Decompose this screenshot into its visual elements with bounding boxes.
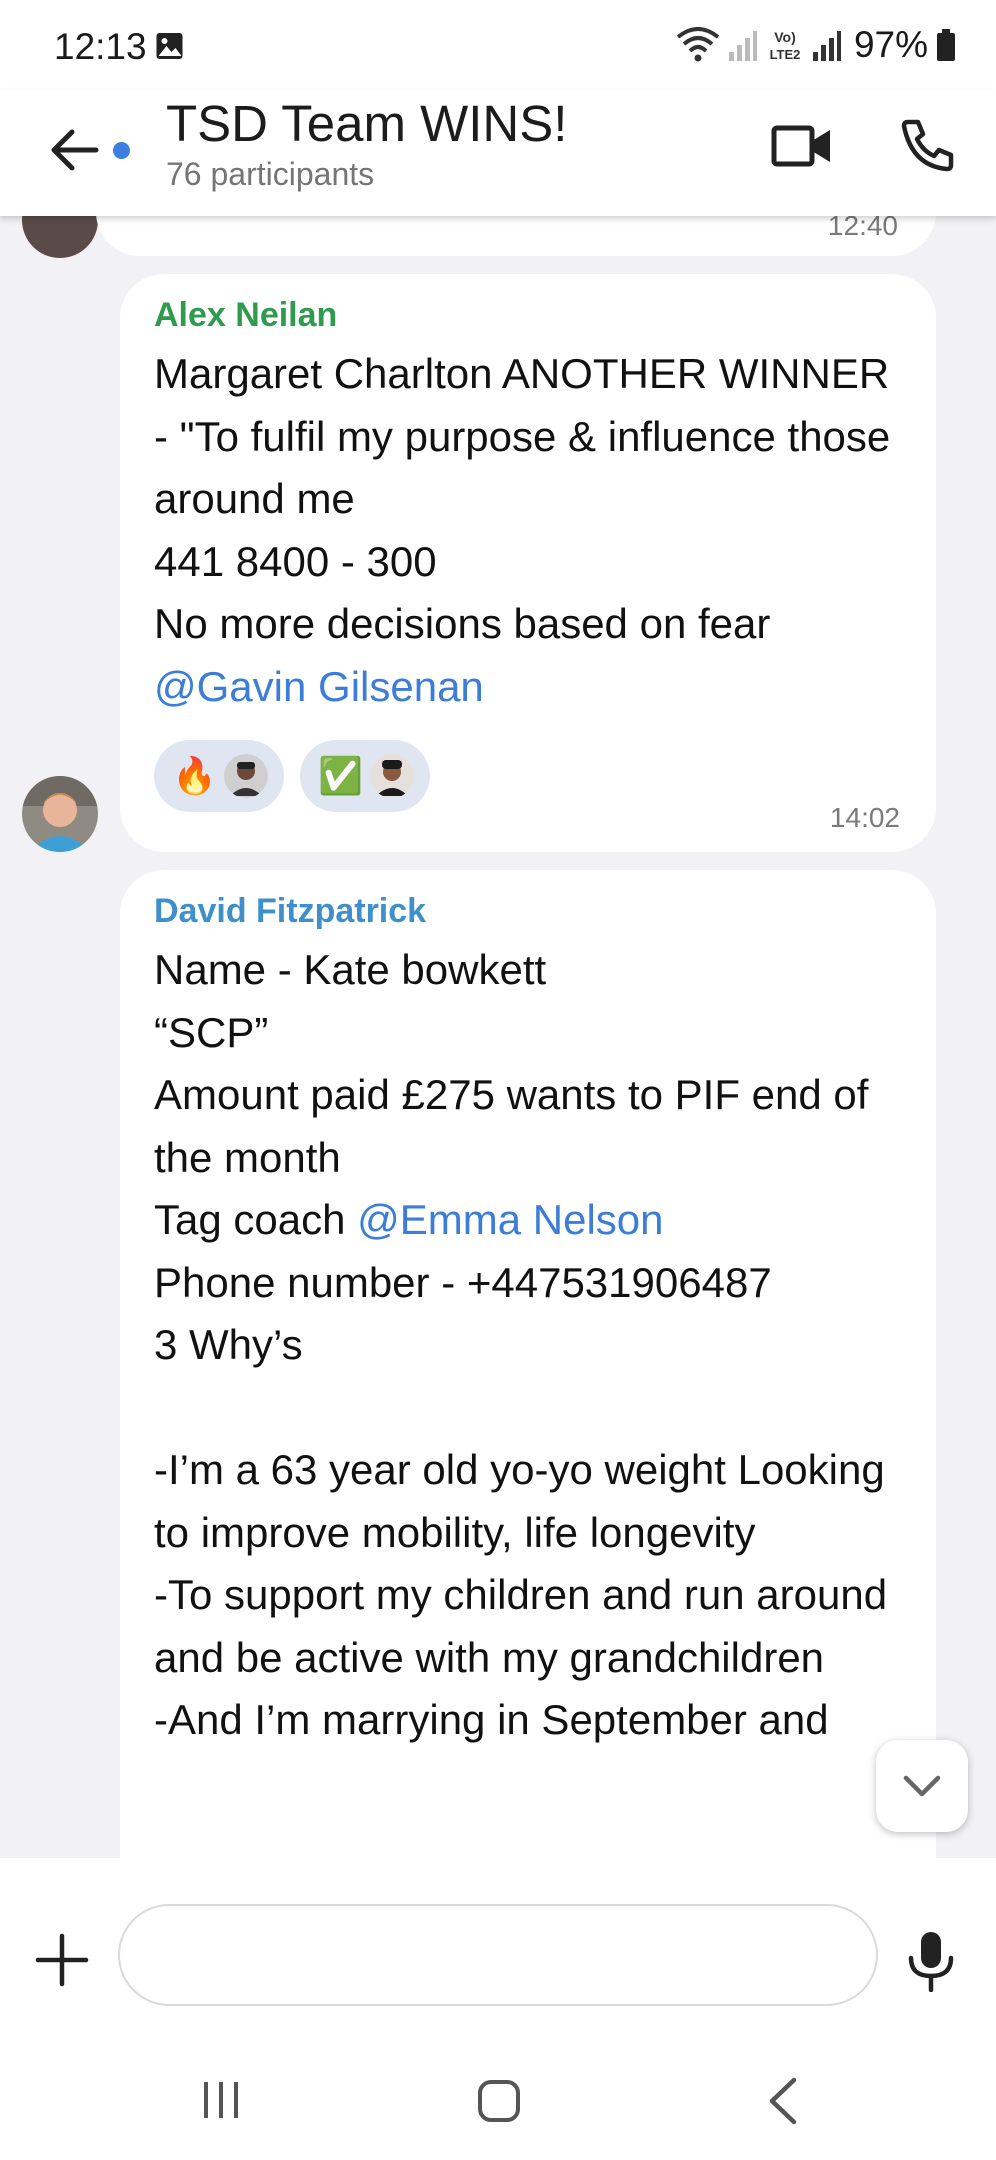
message-body: Phone number - +447531906487 3 Why’s -I’… (154, 1258, 888, 1744)
back-arrow-icon[interactable] (44, 120, 104, 180)
message-body: Name - Kate bowkett “SCP” Amount paid £2… (154, 946, 869, 1181)
message-time: 12:40 (827, 216, 898, 241)
participants-count[interactable]: 76 participants (166, 156, 374, 193)
message-bubble[interactable]: 12:40 (96, 216, 936, 256)
video-call-icon[interactable] (770, 114, 834, 178)
chevron-down-icon (903, 1775, 941, 1797)
signal-icon (728, 31, 757, 61)
reactions-row: 🔥 ✅ (154, 740, 906, 812)
phone-call-icon[interactable] (898, 116, 956, 174)
volte-lte2-icon: Vo) LTE2 (770, 29, 801, 62)
wifi-6-icon (676, 27, 720, 62)
message-list[interactable]: 12:40 Alex Neilan Margaret Charlton ANOT… (0, 216, 996, 1858)
tag-label: Tag coach (154, 1196, 358, 1243)
status-bar: 12:13 Vo) LTE2 97% (0, 0, 996, 90)
reactor-avatar (370, 754, 414, 798)
recent-apps-icon[interactable] (198, 2078, 244, 2122)
message-body: Margaret Charlton ANOTHER WINNER - "To f… (154, 350, 891, 647)
reactor-avatar (224, 754, 268, 798)
message-text: Margaret Charlton ANOTHER WINNER - "To f… (154, 343, 906, 718)
status-icons: Vo) LTE2 97% (676, 24, 956, 66)
message-text: Name - Kate bowkett “SCP” Amount paid £2… (154, 939, 906, 1752)
back-nav-icon[interactable] (762, 2076, 802, 2126)
battery-icon (937, 29, 955, 61)
microphone-icon[interactable] (902, 1930, 960, 1992)
battery-percent: 97% (853, 24, 928, 65)
avatar[interactable] (22, 216, 98, 258)
sender-name[interactable]: David Fitzpatrick (154, 892, 906, 931)
svg-text:Vo): Vo) (774, 29, 796, 45)
chat-header: TSD Team WINS! 76 participants (0, 90, 996, 216)
unread-indicator (113, 142, 130, 159)
reaction-chip[interactable]: ✅ (300, 740, 430, 812)
status-time: 12:13 (54, 26, 147, 67)
mention-link[interactable]: @Emma Nelson (357, 1196, 663, 1243)
reaction-chip[interactable]: 🔥 (154, 740, 284, 812)
message-time: 14:02 (829, 802, 900, 833)
message-bubble[interactable]: Alex Neilan Margaret Charlton ANOTHER WI… (120, 274, 936, 852)
message-bubble[interactable]: David Fitzpatrick Name - Kate bowkett “S… (120, 870, 936, 1858)
avatar[interactable] (22, 776, 98, 852)
chat-title[interactable]: TSD Team WINS! (166, 94, 567, 153)
gallery-icon (156, 33, 183, 59)
signal-icon (812, 31, 841, 61)
sender-name[interactable]: Alex Neilan (154, 296, 906, 335)
fire-emoji: 🔥 (172, 755, 217, 796)
scroll-to-bottom-button[interactable] (876, 1740, 968, 1832)
message-composer (0, 1858, 996, 2048)
home-icon[interactable] (476, 2078, 522, 2124)
plus-icon[interactable] (34, 1932, 90, 1988)
svg-text:LTE2: LTE2 (770, 47, 801, 62)
system-navigation-bar (0, 2048, 996, 2160)
check-mark-emoji: ✅ (318, 755, 363, 796)
message-input[interactable] (118, 1904, 878, 2006)
mention-link[interactable]: @Gavin Gilsenan (154, 663, 484, 710)
